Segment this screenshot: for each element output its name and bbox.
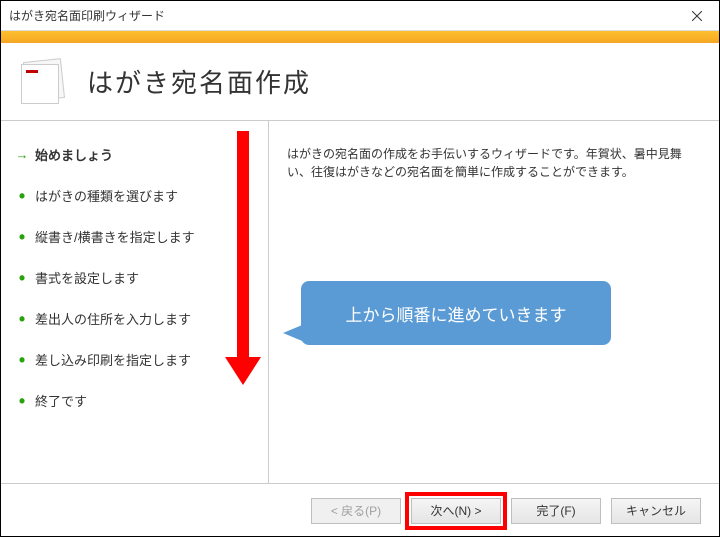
bullet-icon: •	[15, 396, 29, 406]
step-finish: • 終了です	[15, 391, 254, 410]
close-button[interactable]	[674, 1, 719, 31]
bullet-icon: •	[15, 232, 29, 242]
description-text: はがきの宛名面の作成をお手伝いするウィザードです。年賀状、暑中見舞い、往復はがき…	[287, 145, 701, 181]
annotation-callout: 上から順番に進めていきます	[301, 281, 611, 345]
cancel-button[interactable]: キャンセル	[611, 498, 701, 524]
step-label: 始めましょう	[35, 145, 113, 164]
cancel-button-label: キャンセル	[626, 502, 686, 519]
wizard-footer: < 戻る(P) 次へ(N) > 完了(F) キャンセル	[1, 483, 719, 537]
step-mail-merge: • 差し込み印刷を指定します	[15, 350, 254, 369]
step-label: 差出人の住所を入力します	[35, 309, 191, 328]
close-icon	[692, 11, 702, 21]
next-button-label: 次へ(N) >	[430, 502, 481, 519]
back-button: < 戻る(P)	[311, 498, 401, 524]
step-label: 縦書き/横書きを指定します	[35, 227, 195, 246]
postcard-icon	[19, 58, 71, 106]
step-label: 差し込み印刷を指定します	[35, 350, 191, 369]
step-sender-address: • 差出人の住所を入力します	[15, 309, 254, 328]
back-button-label: < 戻る(P)	[331, 502, 381, 519]
bullet-icon: •	[15, 191, 29, 201]
wizard-header: はがき宛名面作成	[1, 43, 719, 121]
finish-button-label: 完了(F)	[536, 502, 575, 519]
titlebar: はがき宛名面印刷ウィザード	[1, 1, 719, 31]
step-label: はがきの種類を選びます	[35, 186, 178, 205]
bullet-icon: •	[15, 355, 29, 365]
step-label: 終了です	[35, 391, 87, 410]
steps-sidebar: → 始めましょう • はがきの種類を選びます • 縦書き/横書きを指定します •…	[1, 121, 269, 483]
wizard-title: はがき宛名面作成	[87, 63, 311, 100]
arrow-right-icon: →	[15, 147, 29, 162]
step-orientation: • 縦書き/横書きを指定します	[15, 227, 254, 246]
accent-bar	[1, 31, 719, 43]
next-button[interactable]: 次へ(N) >	[411, 498, 501, 524]
wizard-window: はがき宛名面印刷ウィザード はがき宛名面作成 → 始めましょう • はがきの種類…	[0, 0, 720, 537]
finish-button[interactable]: 完了(F)	[511, 498, 601, 524]
step-start: → 始めましょう	[15, 145, 254, 164]
bullet-icon: •	[15, 314, 29, 324]
annotation-callout-text: 上から順番に進めていきます	[346, 301, 567, 326]
step-label: 書式を設定します	[35, 268, 139, 287]
step-format: • 書式を設定します	[15, 268, 254, 287]
bullet-icon: •	[15, 273, 29, 283]
window-title: はがき宛名面印刷ウィザード	[9, 7, 165, 24]
step-postcard-type: • はがきの種類を選びます	[15, 186, 254, 205]
